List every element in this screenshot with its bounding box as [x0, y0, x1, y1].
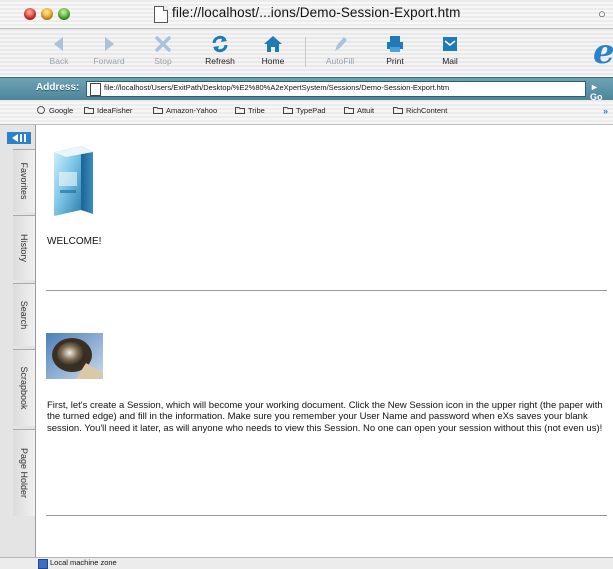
tab-history[interactable]: History	[13, 215, 35, 280]
address-url: file://localhost/Users/ExitPath/Desktop/…	[104, 83, 450, 92]
favorite-attuit[interactable]: Attuit	[344, 106, 374, 115]
software-box-image	[54, 146, 93, 216]
page-content: WELCOME! First, let's create a Session, …	[36, 125, 613, 557]
welcome-heading: WELCOME!	[47, 236, 102, 247]
favorite-richcontent[interactable]: RichContent	[393, 106, 447, 115]
mail-button[interactable]: Mail	[425, 32, 475, 74]
favorite-label: RichContent	[406, 106, 448, 115]
stop-button[interactable]: Stop	[138, 32, 188, 74]
horizontal-divider	[46, 515, 607, 516]
autofill-button[interactable]: AutoFill	[315, 32, 365, 74]
tab-search[interactable]: Search	[13, 283, 35, 346]
close-window-button[interactable]	[24, 8, 36, 20]
horizontal-divider	[46, 290, 607, 291]
tab-scrapbook[interactable]: Scrapbook	[13, 349, 35, 426]
window-titlebar: file://localhost/...ions/Demo-Session-Ex…	[0, 0, 613, 29]
folder-icon	[84, 107, 94, 114]
google-icon	[37, 106, 45, 114]
tab-label: History	[19, 233, 29, 263]
forward-arrow-icon	[105, 37, 114, 51]
mail-icon	[443, 37, 457, 51]
camera-photo-image	[46, 333, 103, 379]
zoom-window-button[interactable]	[58, 8, 70, 20]
page-document-icon	[90, 83, 101, 96]
forward-button[interactable]: Forward	[84, 32, 134, 74]
toolbar-separator	[305, 37, 306, 67]
window-title: file://localhost/...ions/Demo-Session-Ex…	[172, 5, 461, 20]
refresh-button[interactable]: Refresh	[195, 32, 245, 74]
favorite-label: Tribe	[248, 106, 265, 115]
home-button[interactable]: Home	[248, 32, 298, 74]
tab-page-holder[interactable]: Page Holder	[13, 429, 35, 516]
address-input[interactable]: file://localhost/Users/ExitPath/Desktop/…	[86, 81, 586, 97]
tab-favorites[interactable]: Favorites	[13, 149, 35, 212]
favorite-ideafisher[interactable]: IdeaFisher	[84, 106, 132, 115]
address-bar: Address: file://localhost/Users/ExitPath…	[0, 77, 613, 102]
tab-label: Scrapbook	[19, 366, 29, 410]
home-icon	[264, 36, 282, 52]
address-label: Address:	[36, 82, 80, 93]
folder-icon	[235, 107, 245, 114]
autofill-pen-icon	[335, 37, 347, 51]
go-button[interactable]: ► Go	[590, 82, 613, 102]
favorite-tribe[interactable]: Tribe	[235, 106, 265, 115]
folder-icon	[393, 107, 403, 114]
favorite-label: Google	[49, 106, 74, 115]
stop-x-icon	[155, 36, 171, 52]
back-button[interactable]: Back	[34, 32, 84, 74]
document-icon	[154, 6, 168, 23]
tab-label: Search	[19, 300, 29, 330]
security-zone-text: Local machine zone	[50, 558, 117, 567]
favorite-label: IdeaFisher	[97, 106, 133, 115]
status-bar: Local machine zone	[0, 557, 613, 569]
explorer-sidebar: Favorites History Search Scrapbook Page …	[0, 125, 36, 557]
favorite-label: TypePad	[296, 106, 326, 115]
browser-toolbar: Back Forward Stop Refresh Home AutoFill …	[0, 29, 613, 76]
favorite-typepad[interactable]: TypePad	[283, 106, 326, 115]
refresh-icon	[212, 35, 228, 53]
tab-label: Favorites	[19, 162, 29, 200]
instructions-paragraph: First, let's create a Session, which wil…	[47, 400, 603, 434]
back-arrow-icon	[54, 37, 63, 51]
favorite-amazon-yahoo[interactable]: Amazon-Yahoo	[153, 106, 217, 115]
favorite-label: Attuit	[357, 106, 375, 115]
tab-label: Page Holder	[19, 447, 29, 499]
sidebar-toggle-icon[interactable]	[7, 131, 31, 145]
print-button[interactable]: Print	[370, 32, 420, 74]
folder-icon	[153, 107, 163, 114]
minimize-window-button[interactable]	[41, 8, 53, 20]
favorites-bar: Google IdeaFisher Amazon-Yahoo Tribe Typ…	[0, 100, 613, 125]
folder-icon	[344, 107, 354, 114]
internet-explorer-logo-icon: e	[593, 32, 613, 72]
favorite-google[interactable]: Google	[36, 106, 73, 115]
printer-icon	[387, 36, 403, 52]
folder-icon	[283, 107, 293, 114]
favorite-label: Amazon-Yahoo	[166, 106, 218, 115]
toolbar-toggle-icon[interactable]: ○	[598, 6, 606, 21]
favorites-bar-close-icon[interactable]: »	[603, 106, 608, 116]
